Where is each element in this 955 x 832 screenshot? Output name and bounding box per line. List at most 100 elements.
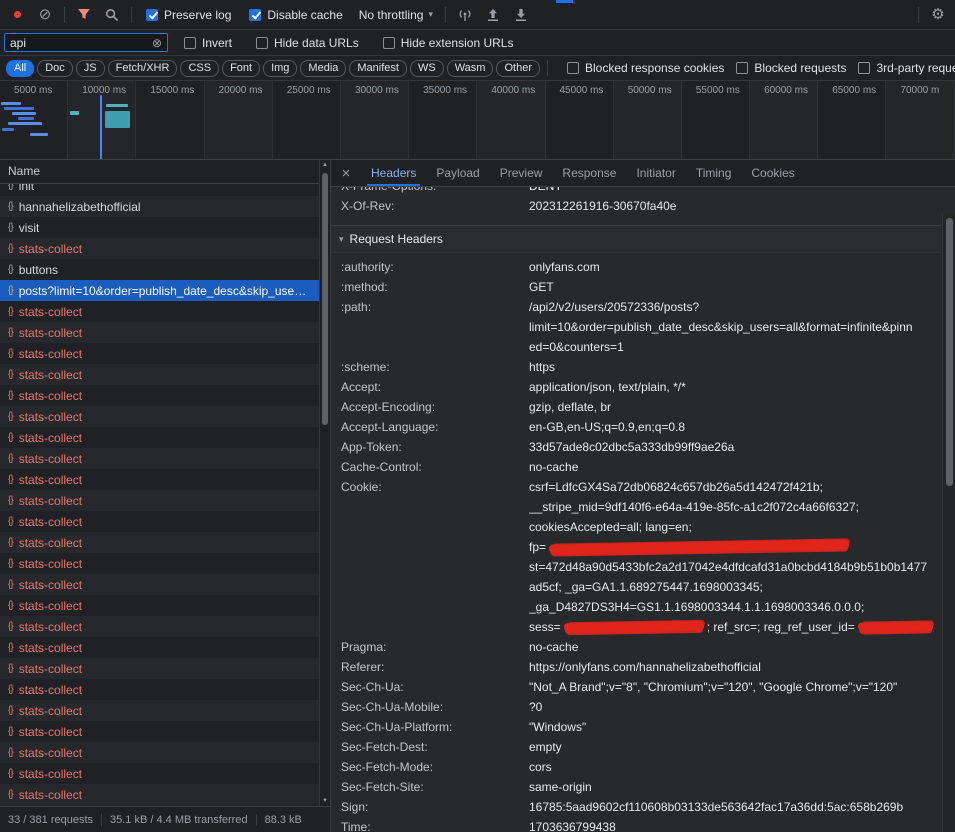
request-row[interactable]: {}visit — [0, 217, 330, 238]
request-name: stats-collect — [19, 578, 82, 592]
request-row[interactable]: {}hannahelizabethofficial — [0, 196, 330, 217]
timeline-tick-label: 50000 ms — [614, 81, 682, 159]
blocked-response-cookies-checkbox[interactable]: Blocked response cookies — [567, 61, 724, 75]
scrollbar-thumb[interactable] — [946, 218, 953, 486]
header-value-text: cookiesAccepted=all; lang=en; — [529, 520, 692, 534]
header-row: Cache-Control:no-cache — [331, 457, 941, 477]
network-conditions-button[interactable] — [452, 3, 478, 27]
header-value: ?0 — [529, 697, 941, 717]
type-chip-ws[interactable]: WS — [410, 60, 444, 77]
tab-headers[interactable]: Headers — [361, 160, 426, 186]
hide-data-urls-checkbox[interactable]: Hide data URLs — [256, 36, 359, 50]
tab-cookies[interactable]: Cookies — [741, 160, 804, 186]
network-overview-timeline[interactable]: 5000 ms10000 ms15000 ms20000 ms25000 ms3… — [0, 81, 955, 160]
request-row[interactable]: {}stats-collect — [0, 763, 330, 784]
request-row[interactable]: {}stats-collect — [0, 343, 330, 364]
request-row[interactable]: {}stats-collect — [0, 322, 330, 343]
network-filter-row: ⊗ Invert Hide data URLs Hide extension U… — [0, 30, 955, 56]
request-list-scrollbar[interactable]: ▲ ▼ — [319, 160, 330, 806]
request-row[interactable]: {}init — [0, 184, 330, 196]
request-row[interactable]: {}stats-collect — [0, 679, 330, 700]
record-button[interactable] — [4, 3, 30, 27]
filter-box[interactable]: ⊗ — [4, 33, 168, 52]
request-row[interactable]: {}stats-collect — [0, 532, 330, 553]
request-name: stats-collect — [19, 410, 82, 424]
request-row[interactable]: {}posts?limit=10&order=publish_date_desc… — [0, 280, 330, 301]
request-row[interactable]: {}stats-collect — [0, 595, 330, 616]
request-row[interactable]: {}stats-collect — [0, 700, 330, 721]
tab-response[interactable]: Response — [552, 160, 626, 186]
scroll-down-arrow-icon[interactable]: ▼ — [320, 798, 330, 804]
type-chip-wasm[interactable]: Wasm — [447, 60, 494, 77]
export-har-button[interactable] — [508, 3, 534, 27]
request-row[interactable]: {}stats-collect — [0, 427, 330, 448]
invert-checkbox[interactable]: Invert — [184, 36, 232, 50]
request-row[interactable]: {}stats-collect — [0, 301, 330, 322]
request-row[interactable]: {}stats-collect — [0, 238, 330, 259]
scroll-up-arrow-icon[interactable]: ▲ — [320, 162, 330, 168]
3rd-party-requests-checkbox[interactable]: 3rd-party requests — [858, 61, 955, 75]
request-row[interactable]: {}stats-collect — [0, 742, 330, 763]
search-button[interactable] — [99, 3, 125, 27]
checkbox-label: Blocked response cookies — [585, 61, 724, 75]
type-chip-manifest[interactable]: Manifest — [349, 60, 407, 77]
tab-preview[interactable]: Preview — [490, 160, 553, 186]
import-har-button[interactable] — [480, 3, 506, 27]
toolbar-divider — [445, 7, 446, 23]
request-row[interactable]: {}stats-collect — [0, 658, 330, 679]
type-chip-all[interactable]: All — [6, 60, 34, 77]
request-row[interactable]: {}stats-collect — [0, 511, 330, 532]
request-row[interactable]: {}stats-collect — [0, 385, 330, 406]
header-name: Sec-Ch-Ua-Platform: — [341, 717, 529, 737]
blue-accent-bar — [556, 0, 573, 3]
blocked-requests-checkbox[interactable]: Blocked requests — [736, 61, 846, 75]
type-chip-fetch-xhr[interactable]: Fetch/XHR — [108, 60, 178, 77]
network-toolbar: ⊘ Preserve log Disable cache No throttli… — [0, 0, 955, 30]
tab-initiator[interactable]: Initiator — [626, 160, 685, 186]
request-row[interactable]: {}stats-collect — [0, 784, 330, 805]
request-row[interactable]: {}stats-collect — [0, 448, 330, 469]
request-row[interactable]: {}stats-collect — [0, 364, 330, 385]
type-chip-other[interactable]: Other — [496, 60, 540, 77]
type-chip-font[interactable]: Font — [222, 60, 260, 77]
throttling-value: No throttling — [359, 8, 424, 22]
preserve-log-checkbox[interactable]: Preserve log — [146, 8, 231, 22]
network-main-area: Name {}init{}hannahelizabethofficial{}vi… — [0, 160, 955, 832]
tab-timing[interactable]: Timing — [686, 160, 742, 186]
header-row: App-Token:33d57ade8c02dbc5a333db99ff9ae2… — [331, 437, 941, 457]
request-row[interactable]: {}stats-collect — [0, 574, 330, 595]
request-row[interactable]: {}stats-collect — [0, 406, 330, 427]
request-row[interactable]: {}buttons — [0, 259, 330, 280]
tab-payload[interactable]: Payload — [426, 160, 489, 186]
header-value-text: st=472d48a90d5433bfc2a2d17042e4dfdcafd31… — [529, 560, 927, 574]
clear-filter-icon[interactable]: ⊗ — [152, 37, 162, 49]
type-chip-css[interactable]: CSS — [180, 60, 219, 77]
settings-button[interactable]: ⚙ — [925, 3, 951, 27]
request-row[interactable]: {}stats-collect — [0, 490, 330, 511]
header-name: App-Token: — [341, 437, 529, 457]
clear-button[interactable]: ⊘ — [32, 3, 58, 27]
name-column-header[interactable]: Name — [0, 160, 330, 184]
request-headers-section-header[interactable]: ▾ Request Headers — [331, 226, 941, 253]
filter-input[interactable] — [10, 36, 148, 50]
request-name: stats-collect — [19, 431, 82, 445]
details-scrollbar[interactable] — [942, 214, 955, 832]
request-row[interactable]: {}stats-collect — [0, 469, 330, 490]
type-chip-doc[interactable]: Doc — [37, 60, 73, 77]
scrollbar-thumb[interactable] — [322, 173, 328, 425]
disable-cache-checkbox[interactable]: Disable cache — [249, 8, 342, 22]
type-chip-media[interactable]: Media — [300, 60, 346, 77]
request-row[interactable]: {}stats-collect — [0, 721, 330, 742]
type-chip-js[interactable]: JS — [76, 60, 105, 77]
throttling-select[interactable]: No throttling ▾ — [353, 8, 439, 22]
request-row[interactable]: {}stats-collect — [0, 553, 330, 574]
type-chip-img[interactable]: Img — [263, 60, 297, 77]
request-row[interactable]: {}stats-collect — [0, 616, 330, 637]
request-name: buttons — [19, 263, 58, 277]
close-details-button[interactable]: × — [331, 160, 361, 186]
hide-extension-urls-checkbox[interactable]: Hide extension URLs — [383, 36, 514, 50]
request-row[interactable]: {}stats-collect — [0, 637, 330, 658]
filter-toggle-button[interactable] — [71, 3, 97, 27]
transferred-size: 35.1 kB / 4.4 MB transferred — [101, 814, 256, 826]
header-value: same-origin — [529, 777, 941, 797]
